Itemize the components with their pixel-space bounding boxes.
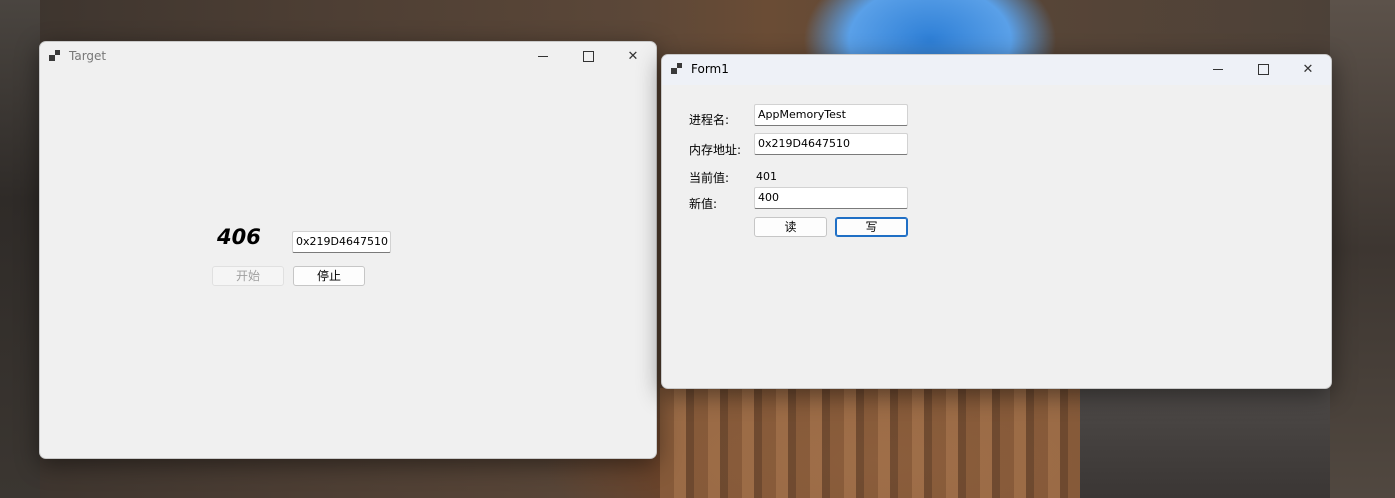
current-value-label: 当前值: bbox=[689, 171, 730, 185]
target-titlebar[interactable]: Target ✕ bbox=[40, 42, 656, 72]
wallpaper-temple-ruins bbox=[660, 388, 1080, 498]
close-button[interactable]: ✕ bbox=[1285, 55, 1331, 85]
app-icon bbox=[49, 50, 61, 62]
write-button[interactable]: 写 bbox=[835, 217, 908, 237]
maximize-button[interactable] bbox=[1240, 55, 1286, 85]
new-value-label: 新值: bbox=[689, 197, 718, 211]
start-button[interactable]: 开始 bbox=[212, 266, 284, 286]
new-value-input[interactable]: 400 bbox=[754, 187, 908, 209]
process-name-input[interactable]: AppMemoryTest bbox=[754, 104, 908, 126]
address-field[interactable]: 0x219D4647510 bbox=[292, 231, 391, 253]
window-title: Form1 bbox=[691, 62, 729, 76]
current-value: 401 bbox=[756, 170, 777, 183]
minimize-icon bbox=[538, 56, 548, 57]
maximize-icon bbox=[1257, 64, 1269, 75]
maximize-button[interactable] bbox=[565, 42, 611, 72]
memory-address-input[interactable]: 0x219D4647510 bbox=[754, 133, 908, 155]
target-window: Target ✕ 406 0x219D4647510 开始 停止 bbox=[39, 41, 657, 459]
form1-window: Form1 ✕ 进程名: AppMemoryTest 内存地址: 0x219D4… bbox=[661, 54, 1332, 389]
wallpaper-rock-left bbox=[0, 0, 40, 498]
window-title: Target bbox=[69, 49, 107, 63]
maximize-icon bbox=[582, 51, 594, 62]
minimize-icon bbox=[1213, 69, 1223, 70]
process-name-label: 进程名: bbox=[689, 113, 730, 127]
wallpaper-rock-lower-right bbox=[1080, 388, 1330, 498]
memory-address-label: 内存地址: bbox=[689, 143, 742, 157]
close-icon: ✕ bbox=[627, 49, 639, 64]
close-icon: ✕ bbox=[1302, 62, 1314, 77]
minimize-button[interactable] bbox=[520, 42, 566, 72]
stop-button[interactable]: 停止 bbox=[293, 266, 365, 286]
wallpaper-rock-right bbox=[1330, 0, 1395, 498]
close-button[interactable]: ✕ bbox=[610, 42, 656, 72]
app-icon bbox=[671, 63, 683, 75]
counter-value: 406 bbox=[217, 225, 261, 249]
form1-titlebar[interactable]: Form1 ✕ bbox=[662, 55, 1331, 85]
minimize-button[interactable] bbox=[1195, 55, 1241, 85]
read-button[interactable]: 读 bbox=[754, 217, 827, 237]
